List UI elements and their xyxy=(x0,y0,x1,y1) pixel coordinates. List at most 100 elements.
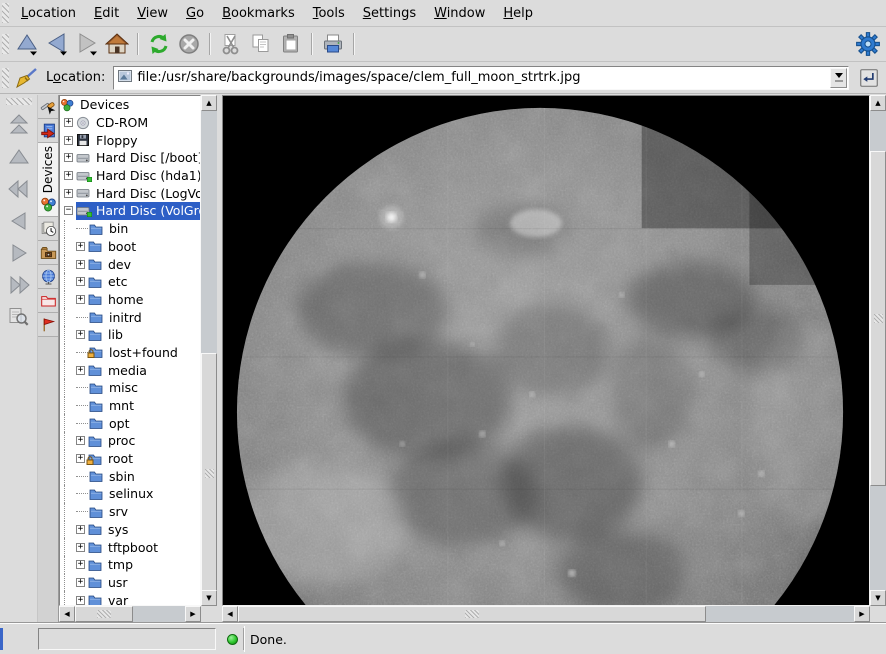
tree-horizontal-scrollbar[interactable]: ◀ ▶ xyxy=(59,606,201,622)
copy-button[interactable] xyxy=(246,30,276,58)
window-resize-corner[interactable] xyxy=(0,628,3,650)
tree-expander-collapsed[interactable]: + xyxy=(64,189,73,198)
sidebar-scroll-double-up-button[interactable] xyxy=(3,109,35,140)
menu-go[interactable]: Go xyxy=(177,2,213,25)
sidebar-tab-devices[interactable]: Devices xyxy=(38,143,58,217)
tree-expander-collapsed[interactable]: + xyxy=(64,136,73,145)
tree-expander-collapsed[interactable]: + xyxy=(76,366,85,375)
sidebar-tab-home-folder[interactable] xyxy=(38,241,58,265)
tree-item-media[interactable]: +media xyxy=(60,361,200,379)
tree-item-hard-disc-volgrou[interactable]: −Hard Disc (VolGrou xyxy=(60,202,200,220)
menubar-drag-handle[interactable] xyxy=(2,3,9,23)
tree-item-home[interactable]: +home xyxy=(60,291,200,309)
sidebar-toolbar-drag-handle[interactable] xyxy=(6,98,32,105)
tree-item-hard-disc-boot[interactable]: +Hard Disc [/boot] xyxy=(60,149,200,167)
view-hscroll-thumb[interactable] xyxy=(238,606,706,622)
sidebar-tab-network[interactable] xyxy=(38,265,58,289)
menu-window[interactable]: Window xyxy=(425,2,494,25)
cut-button[interactable] xyxy=(216,30,246,58)
back-button[interactable] xyxy=(42,30,72,58)
tree-item-srv[interactable]: srv xyxy=(60,503,200,521)
tree-item-cd-rom[interactable]: +CD-ROM xyxy=(60,114,200,132)
view-vertical-scrollbar[interactable]: ▲ ▼ xyxy=(870,95,886,606)
location-input[interactable]: file:/usr/share/backgrounds/images/space… xyxy=(113,66,849,90)
sidebar-tab-configure-sidebar[interactable] xyxy=(38,95,58,119)
tree-item-dev[interactable]: +dev xyxy=(60,255,200,273)
tree-item-floppy[interactable]: +Floppy xyxy=(60,131,200,149)
tree-item-hard-disc-hda1[interactable]: +Hard Disc (hda1) [/ xyxy=(60,167,200,185)
tree-expander-collapsed[interactable]: + xyxy=(64,118,73,127)
scroll-up-arrow[interactable]: ▲ xyxy=(870,95,886,111)
tree-item-devices[interactable]: Devices xyxy=(60,96,200,114)
paste-button[interactable] xyxy=(276,30,306,58)
view-horizontal-scrollbar[interactable]: ◀ ▶ xyxy=(222,606,870,622)
tree-item-proc[interactable]: +proc xyxy=(60,432,200,450)
reload-button[interactable] xyxy=(144,30,174,58)
menu-settings[interactable]: Settings xyxy=(354,2,425,25)
tree-item-mnt[interactable]: mnt xyxy=(60,397,200,415)
scroll-down-arrow[interactable]: ▼ xyxy=(201,590,217,606)
stop-button[interactable] xyxy=(174,30,204,58)
tree-item-bin[interactable]: bin xyxy=(60,220,200,238)
tree-item-lib[interactable]: +lib xyxy=(60,326,200,344)
tree-vertical-scrollbar[interactable]: ▲ ▼ xyxy=(201,95,217,606)
tree-expander-collapsed[interactable]: + xyxy=(76,578,85,587)
tree-item-sbin[interactable]: sbin xyxy=(60,467,200,485)
sidebar-tab-history[interactable] xyxy=(38,217,58,241)
tree-expander-expanded[interactable]: − xyxy=(64,206,73,215)
forward-button[interactable] xyxy=(72,30,102,58)
up-button[interactable] xyxy=(12,30,42,58)
sidebar-forward-button[interactable] xyxy=(3,237,35,268)
menu-view[interactable]: View xyxy=(128,2,177,25)
tree-expander-collapsed[interactable]: + xyxy=(76,525,85,534)
tree-expander-collapsed[interactable]: + xyxy=(76,330,85,339)
toolbar-drag-handle[interactable] xyxy=(2,34,9,54)
sidebar-fast-forward-button[interactable] xyxy=(3,269,35,300)
menu-bookmarks[interactable]: Bookmarks xyxy=(213,2,304,25)
tree-item-opt[interactable]: opt xyxy=(60,414,200,432)
sidebar-tab-bookmarks[interactable] xyxy=(38,119,58,143)
tree-expander-collapsed[interactable]: + xyxy=(76,454,85,463)
tree-item-sys[interactable]: +sys xyxy=(60,521,200,539)
menu-tools[interactable]: Tools xyxy=(304,2,354,25)
tree-expander-collapsed[interactable]: + xyxy=(76,242,85,251)
tree-expander-collapsed[interactable]: + xyxy=(64,171,73,180)
tree-item-var[interactable]: +var xyxy=(60,591,200,606)
tree-item-tftpboot[interactable]: +tftpboot xyxy=(60,538,200,556)
tree-hscroll-thumb[interactable] xyxy=(75,606,133,622)
tree-item-misc[interactable]: misc xyxy=(60,379,200,397)
location-toolbar-drag-handle[interactable] xyxy=(2,68,9,88)
sidebar-tab-services[interactable] xyxy=(38,313,58,337)
home-button[interactable] xyxy=(102,30,132,58)
tree-item-tmp[interactable]: +tmp xyxy=(60,556,200,574)
scroll-right-arrow[interactable]: ▶ xyxy=(185,606,201,622)
tree-item-selinux[interactable]: selinux xyxy=(60,485,200,503)
tree-expander-collapsed[interactable]: + xyxy=(76,295,85,304)
menu-location[interactable]: Location xyxy=(12,2,85,25)
sidebar-find-button[interactable] xyxy=(3,301,35,332)
menu-help[interactable]: Help xyxy=(494,2,542,25)
sidebar-back-button[interactable] xyxy=(3,205,35,236)
moon-image[interactable] xyxy=(222,95,870,606)
tree-expander-collapsed[interactable]: + xyxy=(76,260,85,269)
view-vscroll-thumb[interactable] xyxy=(870,151,886,486)
tree-item-hard-disc-logvol0[interactable]: +Hard Disc (LogVol0 xyxy=(60,184,200,202)
tree-expander-collapsed[interactable]: + xyxy=(76,560,85,569)
location-url-text[interactable]: file:/usr/share/backgrounds/images/space… xyxy=(137,70,830,85)
scroll-down-arrow[interactable]: ▼ xyxy=(870,590,886,606)
tree-vscroll-thumb[interactable] xyxy=(201,353,217,593)
sidebar-fast-back-button[interactable] xyxy=(3,173,35,204)
scroll-left-arrow[interactable]: ◀ xyxy=(59,606,75,622)
menu-edit[interactable]: Edit xyxy=(85,2,128,25)
sidebar-scroll-up-button[interactable] xyxy=(3,141,35,172)
sidebar-tab-root-folder[interactable] xyxy=(38,289,58,313)
scroll-up-arrow[interactable]: ▲ xyxy=(201,95,217,111)
tree-item-root[interactable]: +root xyxy=(60,450,200,468)
tree-item-boot[interactable]: +boot xyxy=(60,238,200,256)
tree-expander-collapsed[interactable]: + xyxy=(64,153,73,162)
tree-item-initrd[interactable]: initrd xyxy=(60,308,200,326)
scroll-right-arrow[interactable]: ▶ xyxy=(854,606,870,622)
tree-expander-collapsed[interactable]: + xyxy=(76,596,85,605)
tree-expander-collapsed[interactable]: + xyxy=(76,543,85,552)
tree-item-lost-found[interactable]: lost+found xyxy=(60,344,200,362)
